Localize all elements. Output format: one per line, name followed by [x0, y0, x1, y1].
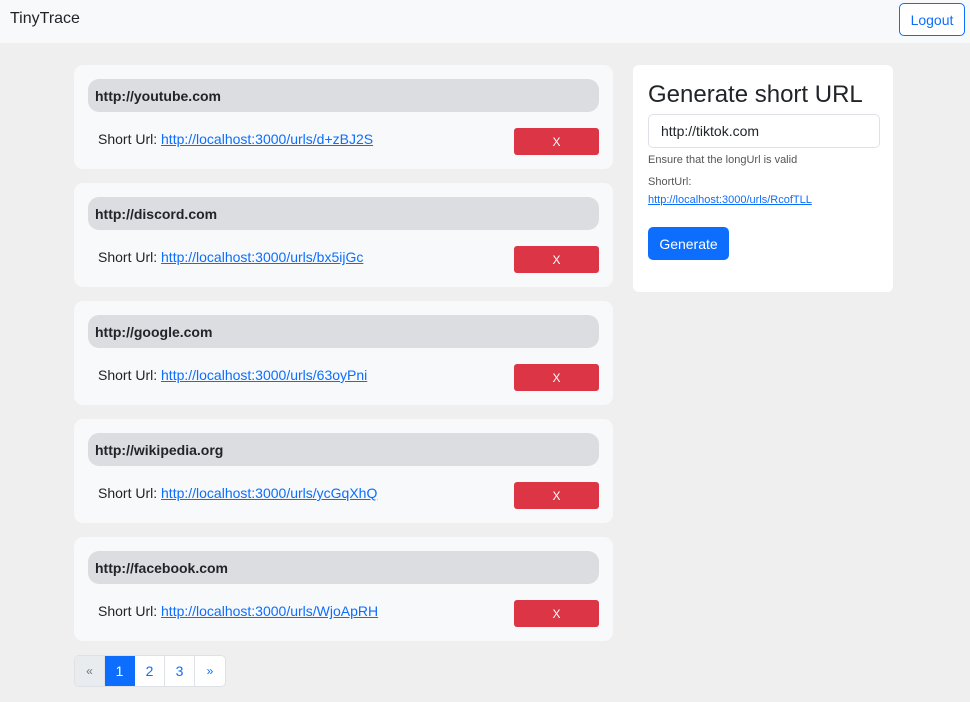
url-card: http://discord.com Short Url: http://loc… — [74, 183, 613, 287]
short-url-result-link[interactable]: http://localhost:3000/urls/RcofTLL — [648, 194, 812, 206]
generate-title: Generate short URL — [648, 81, 863, 108]
short-url-result-label: ShortUrl: — [648, 176, 692, 188]
pagination: « 1 2 3 » — [74, 655, 226, 687]
short-url-label: Short Url: — [98, 131, 158, 147]
pagination-page-2[interactable]: 2 — [135, 656, 165, 686]
short-url-label: Short Url: — [98, 367, 158, 383]
short-url-row: Short Url: http://localhost:3000/urls/d+… — [98, 131, 373, 147]
delete-button[interactable]: X — [514, 128, 599, 155]
pagination-next[interactable]: » — [195, 656, 225, 686]
delete-button[interactable]: X — [514, 482, 599, 509]
generate-button[interactable]: Generate — [648, 227, 729, 260]
long-url-header: http://discord.com — [88, 197, 599, 230]
delete-button[interactable]: X — [514, 364, 599, 391]
pagination-page-3[interactable]: 3 — [165, 656, 195, 686]
pagination-page-1[interactable]: 1 — [105, 656, 135, 686]
short-url-label: Short Url: — [98, 603, 158, 619]
logout-button[interactable]: Logout — [899, 3, 965, 36]
short-url-row: Short Url: http://localhost:3000/urls/bx… — [98, 249, 363, 265]
short-url-link[interactable]: http://localhost:3000/urls/ycGqXhQ — [161, 485, 377, 501]
url-card: http://facebook.com Short Url: http://lo… — [74, 537, 613, 641]
url-card: http://youtube.com Short Url: http://loc… — [74, 65, 613, 169]
navbar: TinyTrace Logout — [0, 0, 970, 43]
long-url-header: http://wikipedia.org — [88, 433, 599, 466]
long-url-header: http://facebook.com — [88, 551, 599, 584]
long-url-input[interactable] — [648, 114, 880, 148]
short-url-link[interactable]: http://localhost:3000/urls/d+zBJ2S — [161, 131, 373, 147]
brand-name[interactable]: TinyTrace — [10, 10, 80, 28]
short-url-row: Short Url: http://localhost:3000/urls/63… — [98, 367, 367, 383]
short-url-label: Short Url: — [98, 485, 158, 501]
short-url-link[interactable]: http://localhost:3000/urls/63oyPni — [161, 367, 367, 383]
long-url-header: http://youtube.com — [88, 79, 599, 112]
long-url-header: http://google.com — [88, 315, 599, 348]
short-url-link[interactable]: http://localhost:3000/urls/WjoApRH — [161, 603, 378, 619]
delete-button[interactable]: X — [514, 600, 599, 627]
generate-card: Generate short URL Ensure that the longU… — [633, 65, 893, 292]
short-url-row: Short Url: http://localhost:3000/urls/yc… — [98, 485, 377, 501]
short-url-label: Short Url: — [98, 249, 158, 265]
short-url-row: Short Url: http://localhost:3000/urls/Wj… — [98, 603, 378, 619]
pagination-prev[interactable]: « — [75, 656, 105, 686]
url-card: http://google.com Short Url: http://loca… — [74, 301, 613, 405]
short-url-link[interactable]: http://localhost:3000/urls/bx5ijGc — [161, 249, 363, 265]
delete-button[interactable]: X — [514, 246, 599, 273]
help-text: Ensure that the longUrl is valid — [648, 154, 798, 166]
url-card: http://wikipedia.org Short Url: http://l… — [74, 419, 613, 523]
